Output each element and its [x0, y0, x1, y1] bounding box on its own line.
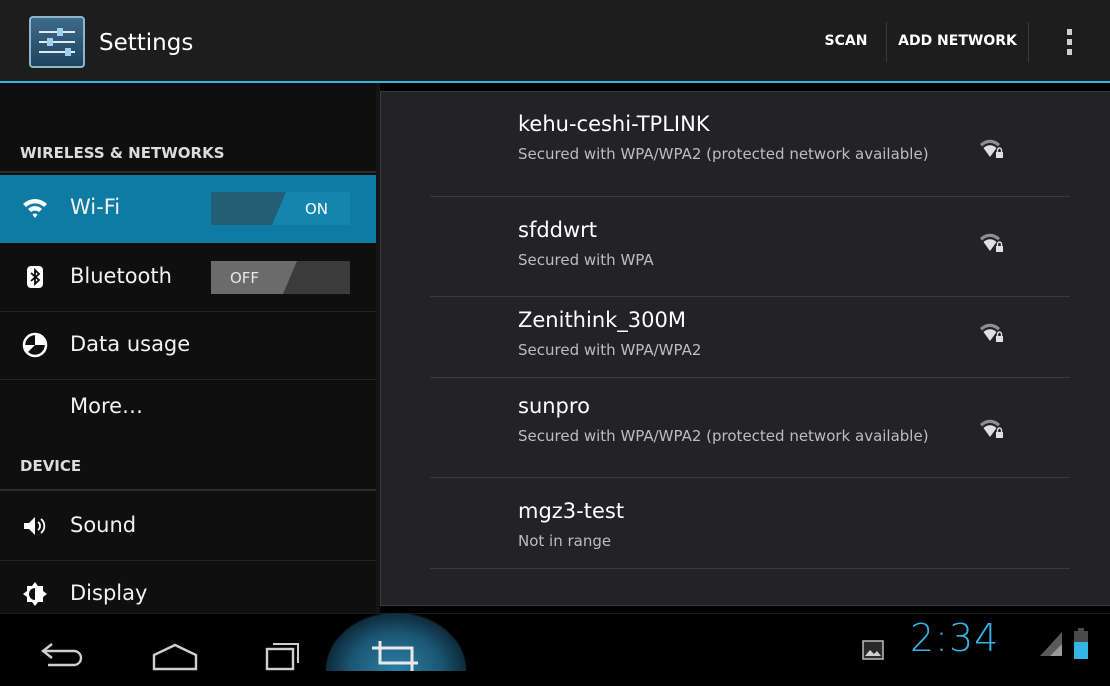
battery-icon — [1074, 628, 1088, 659]
back-icon[interactable] — [38, 626, 88, 684]
sidebar-item-label: Display — [70, 581, 148, 605]
settings-sidebar: WIRELESS & NETWORKS Wi-Fi ON Bluetooth O… — [0, 83, 376, 613]
sidebar-item-display[interactable]: Display — [0, 561, 376, 613]
wifi-network-list: kehu-ceshi-TPLINK Secured with WPA/WPA2 … — [380, 91, 1110, 606]
display-brightness-icon — [23, 582, 47, 606]
network-ssid: sunpro — [518, 394, 590, 418]
network-item[interactable]: sunpro Secured with WPA/WPA2 (protected … — [430, 394, 1070, 478]
sidebar-item-label: More… — [70, 394, 144, 418]
add-network-button[interactable]: ADD NETWORK — [887, 0, 1028, 81]
gallery-icon[interactable] — [862, 640, 884, 660]
sidebar-item-sound[interactable]: Sound — [0, 493, 376, 561]
sidebar-item-data-usage[interactable]: Data usage — [0, 312, 376, 380]
action-bar: Settings SCAN ADD NETWORK — [0, 0, 1110, 83]
sidebar-item-label: Data usage — [70, 332, 191, 356]
wifi-signal-locked-icon — [980, 233, 1003, 252]
network-summary: Secured with WPA/WPA2 (protected network… — [518, 145, 929, 163]
list-divider — [430, 477, 1070, 478]
section-header-wireless: WIRELESS & NETWORKS — [20, 144, 225, 162]
network-summary: Secured with WPA — [518, 251, 654, 269]
network-ssid: Zenithink_300M — [518, 308, 686, 332]
section-divider — [0, 489, 376, 491]
screenshot-icon[interactable] — [370, 627, 422, 685]
sidebar-item-label: Sound — [70, 513, 137, 537]
switch-state: OFF — [211, 261, 297, 294]
sidebar-item-bluetooth[interactable]: Bluetooth OFF — [0, 244, 376, 312]
data-usage-icon — [22, 332, 48, 358]
network-summary: Not in range — [518, 532, 612, 550]
app-title: Settings — [99, 30, 194, 56]
wifi-toggle-switch[interactable]: ON — [211, 192, 350, 225]
section-header-device: DEVICE — [20, 457, 82, 475]
list-divider — [430, 196, 1070, 197]
network-item[interactable]: Zenithink_300M Secured with WPA/WPA2 — [430, 308, 1070, 368]
network-item[interactable]: kehu-ceshi-TPLINK Secured with WPA/WPA2 … — [430, 112, 1070, 196]
section-divider — [0, 171, 376, 173]
wifi-signal-locked-icon — [980, 323, 1003, 342]
sidebar-item-label: Bluetooth — [70, 264, 172, 288]
action-divider — [1028, 22, 1029, 62]
network-summary: Secured with WPA/WPA2 (protected network… — [518, 427, 929, 445]
network-ssid: sfddwrt — [518, 218, 598, 242]
signal-icon — [1040, 632, 1062, 656]
home-icon[interactable] — [150, 628, 200, 686]
network-summary: Secured with WPA/WPA2 — [518, 341, 702, 359]
switch-state: ON — [272, 192, 350, 225]
scan-button[interactable]: SCAN — [806, 0, 886, 81]
wifi-signal-locked-icon — [980, 419, 1003, 438]
overflow-menu-icon[interactable] — [1054, 22, 1084, 62]
wifi-icon — [23, 199, 47, 218]
recent-apps-icon[interactable] — [261, 626, 305, 684]
sound-icon — [24, 517, 46, 535]
list-divider — [430, 296, 1070, 297]
list-divider — [430, 568, 1070, 569]
sidebar-item-more[interactable]: More… — [0, 380, 376, 432]
bluetooth-icon — [27, 266, 43, 288]
network-ssid: mgz3-test — [518, 499, 625, 523]
network-item[interactable]: mgz3-test Not in range — [430, 499, 1070, 559]
network-item[interactable]: sfddwrt Secured with WPA — [430, 218, 1070, 278]
sidebar-item-wifi[interactable]: Wi-Fi ON — [0, 175, 376, 243]
bluetooth-toggle-switch[interactable]: OFF — [211, 261, 350, 294]
network-ssid: kehu-ceshi-TPLINK — [518, 112, 710, 136]
sidebar-item-label: Wi-Fi — [70, 195, 121, 219]
settings-sliders-icon[interactable] — [29, 16, 85, 68]
list-divider — [430, 377, 1070, 378]
status-clock: 2:34 — [910, 616, 1000, 660]
wifi-signal-locked-icon — [980, 139, 1003, 158]
